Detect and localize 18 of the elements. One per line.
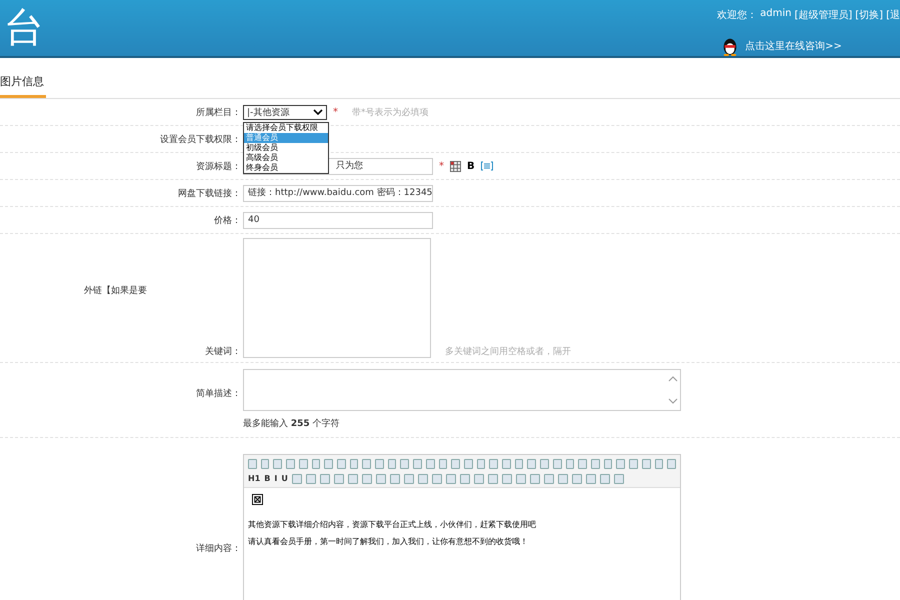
- required-mark: *: [439, 160, 444, 172]
- logo-text: 台: [3, 4, 44, 53]
- welcome-text: 欢迎您：: [717, 8, 758, 22]
- field-label: 简单描述：: [195, 388, 241, 400]
- field-label: 所属栏目：: [195, 106, 241, 118]
- field-label: 设置会员下载权限：: [159, 134, 241, 146]
- hint-text: 带*号表示为必填项: [352, 106, 428, 118]
- editor-text: 其他资源下载详细介绍内容，资源下载平台正式上线，小伙伴们，赶紧下载使用吧: [248, 519, 537, 530]
- hint-text: 多关键词之间用空格或者，隔开: [445, 346, 571, 358]
- required-mark: *: [333, 106, 338, 118]
- field-label: 详细内容：: [195, 542, 241, 555]
- field-label: 资源标题：: [195, 160, 241, 172]
- field-label: 网盘下载链接：: [177, 188, 241, 200]
- field-label: 外链【如果是要: [83, 284, 148, 297]
- editor-text: 请认真看会员手册，第一时间了解我们，加入我们，让你有意想不到的收货哦！: [248, 536, 529, 547]
- field-label: 价格：: [213, 214, 241, 226]
- char-limit-note: 最多能输入 255 个字符: [243, 418, 341, 430]
- field-label: 关键词：: [204, 346, 241, 358]
